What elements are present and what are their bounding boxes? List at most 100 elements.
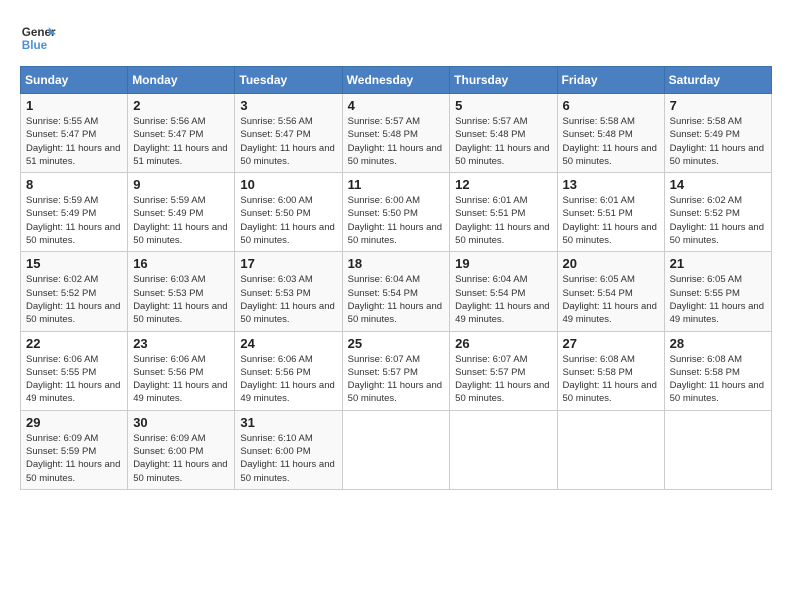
week-row-3: 15 Sunrise: 6:02 AMSunset: 5:52 PMDayligh… xyxy=(21,252,772,331)
day-cell-21: 21 Sunrise: 6:05 AMSunset: 5:55 PMDayligh… xyxy=(664,252,771,331)
day-cell-16: 16 Sunrise: 6:03 AMSunset: 5:53 PMDayligh… xyxy=(128,252,235,331)
empty-cell xyxy=(664,410,771,489)
day-info: Sunrise: 5:58 AMSunset: 5:48 PMDaylight:… xyxy=(563,115,659,168)
day-cell-30: 30 Sunrise: 6:09 AMSunset: 6:00 PMDayligh… xyxy=(128,410,235,489)
header-friday: Friday xyxy=(557,67,664,94)
day-number: 27 xyxy=(563,336,659,351)
day-info: Sunrise: 6:00 AMSunset: 5:50 PMDaylight:… xyxy=(240,194,336,247)
day-number: 2 xyxy=(133,98,229,113)
day-number: 12 xyxy=(455,177,551,192)
day-cell-13: 13 Sunrise: 6:01 AMSunset: 5:51 PMDayligh… xyxy=(557,173,664,252)
day-cell-7: 7 Sunrise: 5:58 AMSunset: 5:49 PMDaylight… xyxy=(664,94,771,173)
day-info: Sunrise: 6:04 AMSunset: 5:54 PMDaylight:… xyxy=(455,273,551,326)
day-cell-20: 20 Sunrise: 6:05 AMSunset: 5:54 PMDayligh… xyxy=(557,252,664,331)
day-number: 22 xyxy=(26,336,122,351)
day-info: Sunrise: 6:04 AMSunset: 5:54 PMDaylight:… xyxy=(348,273,445,326)
day-number: 26 xyxy=(455,336,551,351)
day-cell-12: 12 Sunrise: 6:01 AMSunset: 5:51 PMDayligh… xyxy=(450,173,557,252)
day-cell-11: 11 Sunrise: 6:00 AMSunset: 5:50 PMDayligh… xyxy=(342,173,450,252)
day-cell-3: 3Sunrise: 5:56 AMSunset: 5:47 PMDaylight… xyxy=(235,94,342,173)
day-info: Sunrise: 6:06 AMSunset: 5:56 PMDaylight:… xyxy=(133,353,229,406)
empty-cell xyxy=(342,410,450,489)
day-info: Sunrise: 5:59 AMSunset: 5:49 PMDaylight:… xyxy=(26,194,122,247)
day-info: Sunrise: 6:07 AMSunset: 5:57 PMDaylight:… xyxy=(455,353,551,406)
empty-cell xyxy=(450,410,557,489)
day-cell-19: 19 Sunrise: 6:04 AMSunset: 5:54 PMDayligh… xyxy=(450,252,557,331)
day-number: 24 xyxy=(240,336,336,351)
day-number: 25 xyxy=(348,336,445,351)
day-number: 4 xyxy=(348,98,445,113)
day-info: Sunrise: 6:03 AMSunset: 5:53 PMDaylight:… xyxy=(133,273,229,326)
day-number: 14 xyxy=(670,177,766,192)
day-cell-18: 18Sunrise: 6:04 AMSunset: 5:54 PMDayligh… xyxy=(342,252,450,331)
day-info: Sunrise: 6:05 AMSunset: 5:55 PMDaylight:… xyxy=(670,273,766,326)
header-tuesday: Tuesday xyxy=(235,67,342,94)
day-info: Sunrise: 6:08 AMSunset: 5:58 PMDaylight:… xyxy=(563,353,659,406)
day-cell-15: 15 Sunrise: 6:02 AMSunset: 5:52 PMDayligh… xyxy=(21,252,128,331)
day-number: 16 xyxy=(133,256,229,271)
calendar-table: SundayMondayTuesdayWednesdayThursdayFrid… xyxy=(20,66,772,490)
week-row-2: 8Sunrise: 5:59 AMSunset: 5:49 PMDaylight… xyxy=(21,173,772,252)
logo: General Blue xyxy=(20,20,56,56)
day-cell-6: 6Sunrise: 5:58 AMSunset: 5:48 PMDaylight… xyxy=(557,94,664,173)
day-cell-17: 17 Sunrise: 6:03 AMSunset: 5:53 PMDayligh… xyxy=(235,252,342,331)
day-cell-31: 31Sunrise: 6:10 AMSunset: 6:00 PMDayligh… xyxy=(235,410,342,489)
day-info: Sunrise: 5:57 AMSunset: 5:48 PMDaylight:… xyxy=(348,115,445,168)
day-info: Sunrise: 6:06 AMSunset: 5:56 PMDaylight:… xyxy=(240,353,336,406)
day-info: Sunrise: 5:59 AMSunset: 5:49 PMDaylight:… xyxy=(133,194,229,247)
day-number: 19 xyxy=(455,256,551,271)
day-number: 28 xyxy=(670,336,766,351)
day-info: Sunrise: 6:09 AMSunset: 6:00 PMDaylight:… xyxy=(133,432,229,485)
page-header: General Blue xyxy=(20,20,772,56)
calendar-body: 1 Sunrise: 5:55 AMSunset: 5:47 PMDaylight… xyxy=(21,94,772,490)
day-info: Sunrise: 6:06 AMSunset: 5:55 PMDaylight:… xyxy=(26,353,122,406)
day-number: 20 xyxy=(563,256,659,271)
day-info: Sunrise: 5:58 AMSunset: 5:49 PMDaylight:… xyxy=(670,115,766,168)
day-number: 1 xyxy=(26,98,122,113)
day-number: 29 xyxy=(26,415,122,430)
day-cell-22: 22 Sunrise: 6:06 AMSunset: 5:55 PMDayligh… xyxy=(21,331,128,410)
day-number: 7 xyxy=(670,98,766,113)
header-thursday: Thursday xyxy=(450,67,557,94)
day-cell-28: 28Sunrise: 6:08 AMSunset: 5:58 PMDayligh… xyxy=(664,331,771,410)
week-row-1: 1 Sunrise: 5:55 AMSunset: 5:47 PMDaylight… xyxy=(21,94,772,173)
day-number: 17 xyxy=(240,256,336,271)
day-cell-2: 2 Sunrise: 5:56 AMSunset: 5:47 PMDaylight… xyxy=(128,94,235,173)
day-cell-1: 1 Sunrise: 5:55 AMSunset: 5:47 PMDaylight… xyxy=(21,94,128,173)
week-row-5: 29 Sunrise: 6:09 AMSunset: 5:59 PMDayligh… xyxy=(21,410,772,489)
header-wednesday: Wednesday xyxy=(342,67,450,94)
day-number: 13 xyxy=(563,177,659,192)
day-number: 21 xyxy=(670,256,766,271)
day-cell-26: 26 Sunrise: 6:07 AMSunset: 5:57 PMDayligh… xyxy=(450,331,557,410)
header-saturday: Saturday xyxy=(664,67,771,94)
day-info: Sunrise: 6:01 AMSunset: 5:51 PMDaylight:… xyxy=(563,194,659,247)
day-info: Sunrise: 6:00 AMSunset: 5:50 PMDaylight:… xyxy=(348,194,445,247)
day-cell-23: 23Sunrise: 6:06 AMSunset: 5:56 PMDayligh… xyxy=(128,331,235,410)
day-cell-25: 25Sunrise: 6:07 AMSunset: 5:57 PMDayligh… xyxy=(342,331,450,410)
day-number: 9 xyxy=(133,177,229,192)
day-cell-9: 9 Sunrise: 5:59 AMSunset: 5:49 PMDaylight… xyxy=(128,173,235,252)
day-info: Sunrise: 5:56 AMSunset: 5:47 PMDaylight:… xyxy=(240,115,336,168)
calendar-header: SundayMondayTuesdayWednesdayThursdayFrid… xyxy=(21,67,772,94)
day-number: 30 xyxy=(133,415,229,430)
empty-cell xyxy=(557,410,664,489)
week-row-4: 22 Sunrise: 6:06 AMSunset: 5:55 PMDayligh… xyxy=(21,331,772,410)
day-number: 11 xyxy=(348,177,445,192)
day-info: Sunrise: 6:02 AMSunset: 5:52 PMDaylight:… xyxy=(26,273,122,326)
day-info: Sunrise: 6:03 AMSunset: 5:53 PMDaylight:… xyxy=(240,273,336,326)
day-cell-24: 24 Sunrise: 6:06 AMSunset: 5:56 PMDayligh… xyxy=(235,331,342,410)
day-info: Sunrise: 5:56 AMSunset: 5:47 PMDaylight:… xyxy=(133,115,229,168)
logo-icon: General Blue xyxy=(20,20,56,56)
day-cell-4: 4 Sunrise: 5:57 AMSunset: 5:48 PMDaylight… xyxy=(342,94,450,173)
day-number: 15 xyxy=(26,256,122,271)
header-monday: Monday xyxy=(128,67,235,94)
day-number: 31 xyxy=(240,415,336,430)
header-sunday: Sunday xyxy=(21,67,128,94)
day-number: 5 xyxy=(455,98,551,113)
day-cell-10: 10 Sunrise: 6:00 AMSunset: 5:50 PMDayligh… xyxy=(235,173,342,252)
day-info: Sunrise: 6:09 AMSunset: 5:59 PMDaylight:… xyxy=(26,432,122,485)
day-info: Sunrise: 6:05 AMSunset: 5:54 PMDaylight:… xyxy=(563,273,659,326)
day-info: Sunrise: 6:01 AMSunset: 5:51 PMDaylight:… xyxy=(455,194,551,247)
day-info: Sunrise: 5:55 AMSunset: 5:47 PMDaylight:… xyxy=(26,115,122,168)
day-number: 10 xyxy=(240,177,336,192)
